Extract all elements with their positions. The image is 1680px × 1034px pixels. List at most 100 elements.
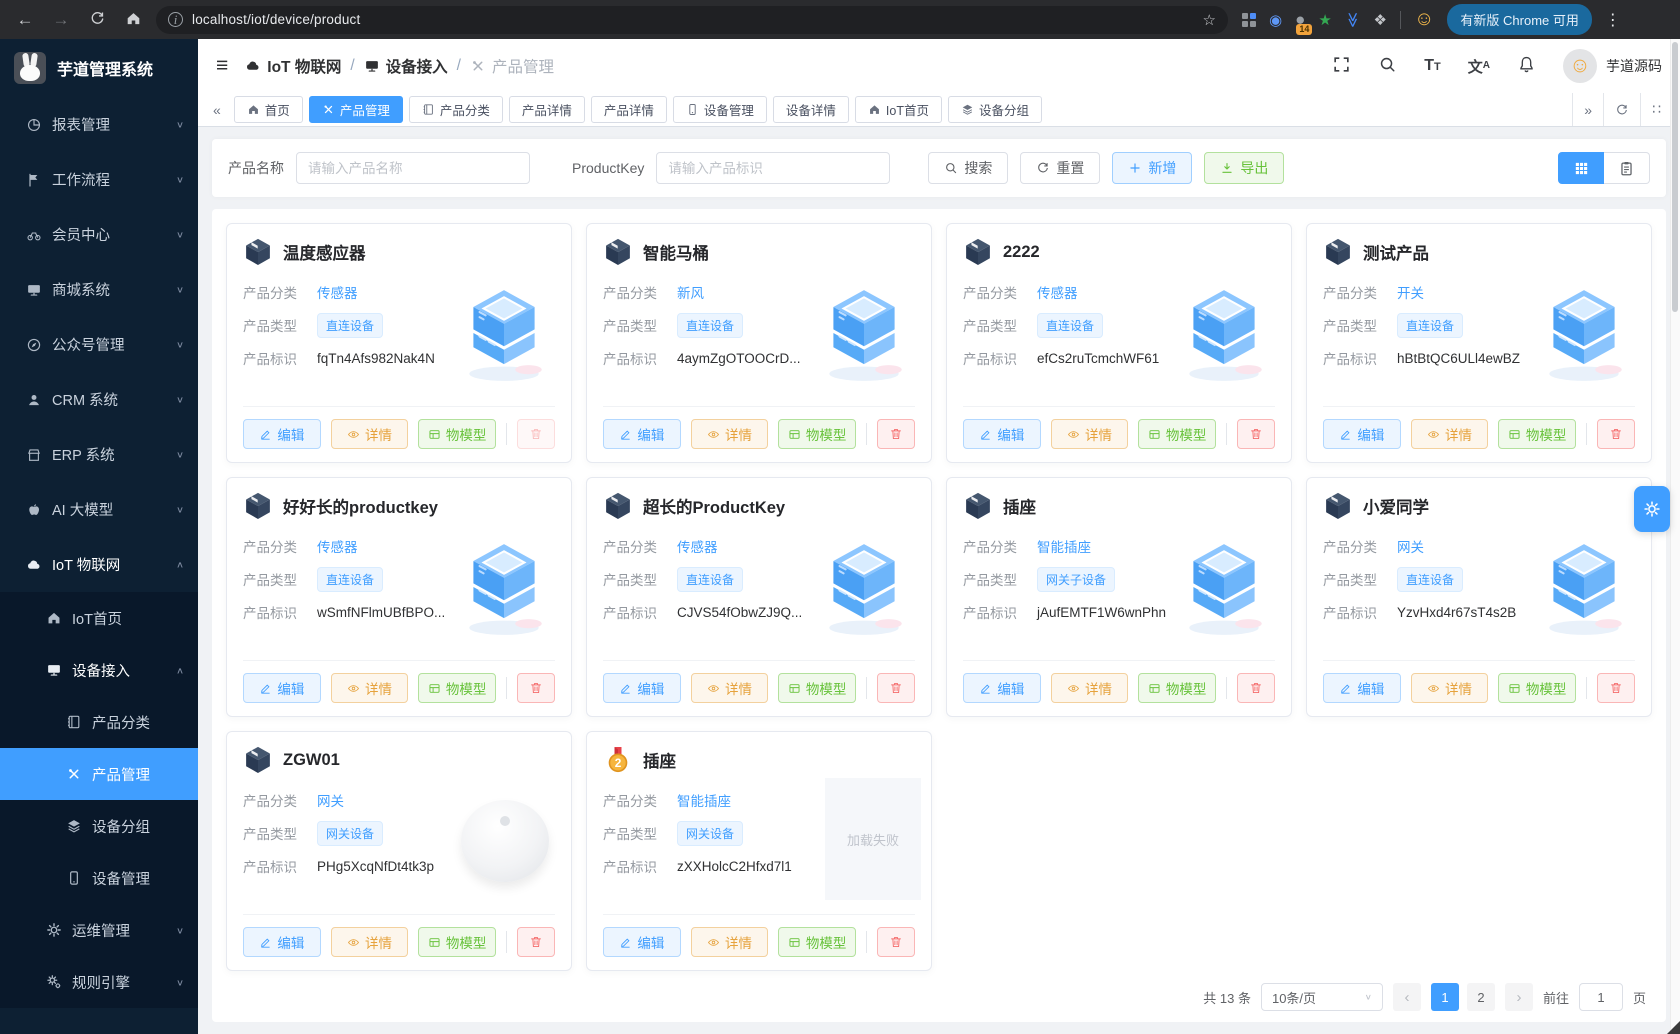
product-category-link[interactable]: 网关: [1397, 536, 1424, 556]
tab-device-management[interactable]: 设备管理: [672, 96, 767, 123]
list-view-button[interactable]: [1604, 152, 1650, 184]
product-category-link[interactable]: 传感器: [1037, 282, 1078, 302]
tab-device-detail[interactable]: 设备详情: [772, 96, 849, 123]
goto-page-input[interactable]: [1578, 983, 1623, 1011]
tab-product-management[interactable]: 产品管理: [308, 96, 403, 123]
sidebar-item-device-access[interactable]: 设备接入 ∧: [0, 644, 198, 696]
product-category-link[interactable]: 传感器: [317, 282, 358, 302]
sidebar-item-device-group[interactable]: 设备分组: [0, 800, 198, 852]
sidebar-item-device-management[interactable]: 设备管理: [0, 852, 198, 904]
delete-button[interactable]: [877, 419, 916, 449]
thing-model-button[interactable]: 物模型: [778, 927, 857, 957]
edit-button[interactable]: 编辑: [963, 419, 1041, 449]
product-category-link[interactable]: 智能插座: [677, 790, 731, 810]
edit-button[interactable]: 编辑: [243, 419, 321, 449]
tab-refresh-icon[interactable]: [1603, 93, 1640, 126]
scrollbar-thumb[interactable]: [1672, 42, 1678, 312]
tabs-scroll-left-icon[interactable]: «: [206, 102, 228, 118]
thing-model-button[interactable]: 物模型: [778, 419, 857, 449]
grid-view-button[interactable]: [1558, 152, 1604, 184]
edit-button[interactable]: 编辑: [603, 927, 681, 957]
sidebar-item-iot-home[interactable]: IoT首页: [0, 592, 198, 644]
breadcrumb-item[interactable]: IoT 物联网: [245, 55, 341, 77]
page-button-1[interactable]: 1: [1430, 983, 1459, 1011]
detail-button[interactable]: 详情: [330, 673, 409, 703]
tab-product-category[interactable]: 产品分类: [408, 96, 503, 123]
add-button[interactable]: 新增: [1112, 152, 1193, 184]
sidebar-item-product-category[interactable]: 产品分类: [0, 696, 198, 748]
product-category-link[interactable]: 开关: [1397, 282, 1424, 302]
product-category-link[interactable]: 网关: [317, 790, 344, 810]
delete-button[interactable]: [517, 673, 556, 703]
sidebar-item-ai[interactable]: AI 大模型 ∨: [0, 482, 198, 537]
edit-button[interactable]: 编辑: [603, 673, 681, 703]
browser-menu-icon[interactable]: ⋮: [1605, 10, 1622, 30]
sidebar-item-rule-engine[interactable]: 规则引擎 ∨: [0, 956, 198, 1008]
page-button-2[interactable]: 2: [1466, 983, 1495, 1011]
breadcrumb-item[interactable]: 设备接入: [364, 55, 448, 77]
edit-button[interactable]: 编辑: [603, 419, 681, 449]
sidebar-item-official-account[interactable]: 公众号管理 ∨: [0, 317, 198, 372]
sidebar-item-ops[interactable]: 运维管理 ∨: [0, 904, 198, 956]
extension-star-icon[interactable]: ★: [1318, 11, 1331, 29]
extension-balloon-icon[interactable]: ◉: [1269, 11, 1282, 29]
edit-button[interactable]: 编辑: [1323, 419, 1401, 449]
delete-button[interactable]: [877, 927, 916, 957]
thing-model-button[interactable]: 物模型: [418, 419, 497, 449]
product-category-link[interactable]: 新风: [677, 282, 704, 302]
reset-button[interactable]: 重置: [1020, 152, 1101, 184]
detail-button[interactable]: 详情: [1410, 673, 1489, 703]
site-info-icon[interactable]: i: [168, 12, 183, 27]
browser-home-button[interactable]: [120, 10, 146, 30]
thing-model-button[interactable]: 物模型: [1138, 419, 1217, 449]
thing-model-button[interactable]: 物模型: [1498, 673, 1577, 703]
prev-page-button[interactable]: ‹: [1392, 983, 1421, 1011]
delete-button[interactable]: [1597, 419, 1636, 449]
page-size-select[interactable]: 10条/页 ∨: [1260, 983, 1383, 1011]
notification-bell-icon[interactable]: [1517, 55, 1536, 77]
tab-device-group[interactable]: 设备分组: [947, 96, 1042, 123]
product-category-link[interactable]: 智能插座: [1037, 536, 1091, 556]
sidebar-item-workflow[interactable]: 工作流程 ∨: [0, 152, 198, 207]
search-icon[interactable]: [1378, 55, 1397, 77]
edit-button[interactable]: 编辑: [243, 673, 321, 703]
thing-model-button[interactable]: 物模型: [1498, 419, 1577, 449]
tab-home[interactable]: 首页: [233, 96, 303, 123]
next-page-button[interactable]: ›: [1504, 983, 1533, 1011]
detail-button[interactable]: 详情: [1050, 419, 1129, 449]
product-key-input[interactable]: [656, 152, 891, 184]
sidebar-item-mall[interactable]: 商城系统 ∨: [0, 262, 198, 317]
sidebar-item-product-management[interactable]: 产品管理: [0, 748, 198, 800]
tabs-scroll-right-icon[interactable]: »: [1572, 93, 1603, 126]
sidebar-item-member[interactable]: 会员中心 ∨: [0, 207, 198, 262]
detail-button[interactable]: 详情: [690, 419, 769, 449]
user-menu[interactable]: ☺ 芋道源码: [1563, 49, 1662, 83]
sidebar-collapse-icon[interactable]: ≡: [216, 54, 228, 78]
sidebar-item-report[interactable]: 报表管理 ∨: [0, 97, 198, 152]
address-bar[interactable]: i localhost/iot/device/product ☆: [156, 5, 1228, 34]
bookmark-star-icon[interactable]: ☆: [1203, 11, 1216, 29]
browser-forward-button[interactable]: →: [48, 10, 74, 30]
detail-button[interactable]: 详情: [690, 673, 769, 703]
extension-squares-icon[interactable]: [1242, 12, 1256, 27]
detail-button[interactable]: 详情: [1410, 419, 1489, 449]
sidebar-item-erp[interactable]: ERP 系统 ∨: [0, 427, 198, 482]
app-logo[interactable]: 芋道管理系统: [0, 39, 198, 97]
thing-model-button[interactable]: 物模型: [418, 927, 497, 957]
extension-badge-icon[interactable]: ● 14: [1295, 10, 1313, 35]
edit-button[interactable]: 编辑: [963, 673, 1041, 703]
tab-product-detail-2[interactable]: 产品详情: [590, 96, 667, 123]
fullscreen-icon[interactable]: [1332, 55, 1351, 77]
tab-product-detail-1[interactable]: 产品详情: [508, 96, 585, 123]
sidebar-item-iot[interactable]: IoT 物联网 ∧: [0, 537, 198, 592]
thing-model-button[interactable]: 物模型: [778, 673, 857, 703]
detail-button[interactable]: 详情: [1050, 673, 1129, 703]
edit-button[interactable]: 编辑: [243, 927, 321, 957]
edit-button[interactable]: 编辑: [1323, 673, 1401, 703]
delete-button[interactable]: [1597, 673, 1636, 703]
delete-button[interactable]: [517, 927, 556, 957]
thing-model-button[interactable]: 物模型: [1138, 673, 1217, 703]
delete-button[interactable]: [517, 419, 556, 449]
delete-button[interactable]: [877, 673, 916, 703]
translate-icon[interactable]: 文A: [1468, 56, 1490, 77]
